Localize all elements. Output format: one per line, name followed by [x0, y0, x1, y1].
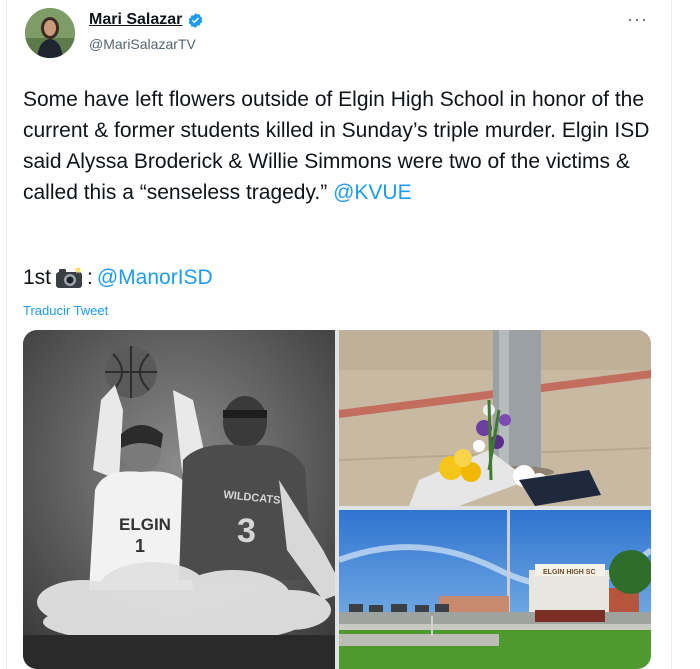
tweet-card: Mari Salazar @MariSalazarTV ··· Some hav…: [6, 0, 672, 669]
camera-flash-icon: [56, 267, 83, 288]
school-sign-text: ELGIN HIGH SC: [543, 569, 596, 576]
elgin-high-school-image[interactable]: ELGIN HIGH SC: [339, 510, 651, 669]
credit-mention-link[interactable]: @ManorISD: [97, 266, 213, 290]
avatar[interactable]: [25, 8, 75, 58]
jersey-number-3: 3: [237, 512, 256, 550]
media-grid: ELGIN 1 WILDCATS 3 ELGIN HIGH SC: [23, 330, 651, 669]
more-options-icon[interactable]: ···: [627, 10, 648, 28]
jersey-number-1: 1: [135, 536, 145, 556]
photo-credit: 1st : @ManorISD: [23, 266, 213, 290]
flowers-memorial-image[interactable]: [339, 330, 651, 506]
mention-link[interactable]: @KVUE: [333, 181, 412, 204]
memorial-collage-image[interactable]: ELGIN 1 WILDCATS 3: [23, 330, 335, 669]
author-handle[interactable]: @MariSalazarTV: [89, 36, 196, 52]
credit-prefix: 1st: [23, 266, 52, 289]
author-name[interactable]: Mari Salazar: [89, 11, 182, 29]
jersey-text-elgin: ELGIN: [119, 515, 171, 534]
verified-badge-icon: [189, 12, 203, 28]
credit-separator: :: [87, 266, 93, 289]
author-name-row: Mari Salazar: [89, 11, 204, 29]
translate-tweet-link[interactable]: Traducir Tweet: [23, 303, 108, 318]
tweet-text: Some have left flowers outside of Elgin …: [23, 84, 663, 208]
